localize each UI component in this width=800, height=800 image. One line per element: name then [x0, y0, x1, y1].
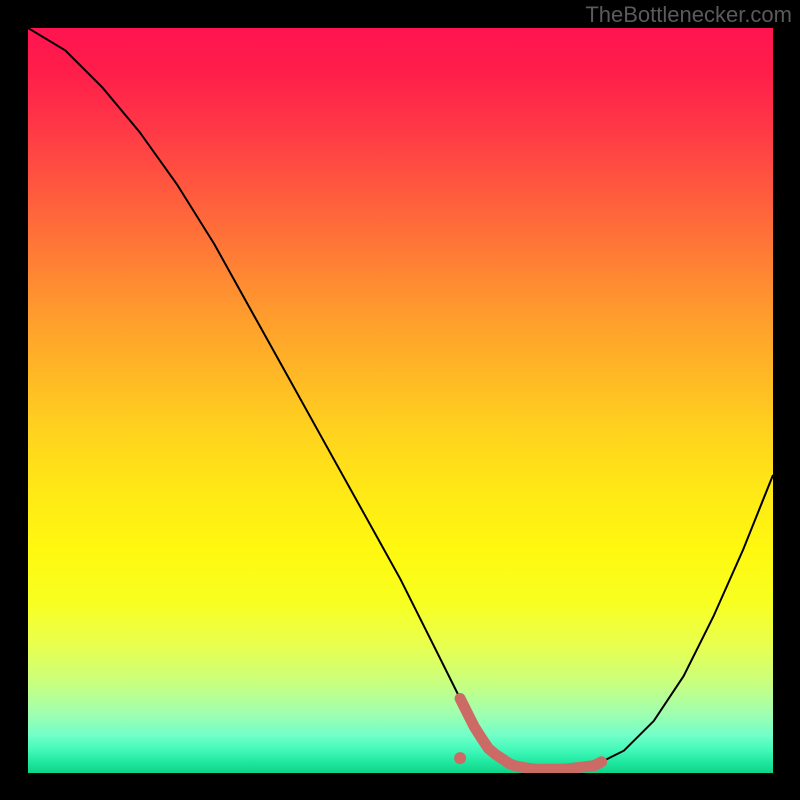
optimal-range-marker — [460, 699, 601, 770]
highlight-point-marker — [454, 752, 466, 764]
chart-svg — [28, 28, 773, 773]
bottleneck-curve — [28, 28, 773, 769]
chart-plot-area — [28, 28, 773, 773]
watermark-text: TheBottlenecker.com — [585, 2, 792, 28]
